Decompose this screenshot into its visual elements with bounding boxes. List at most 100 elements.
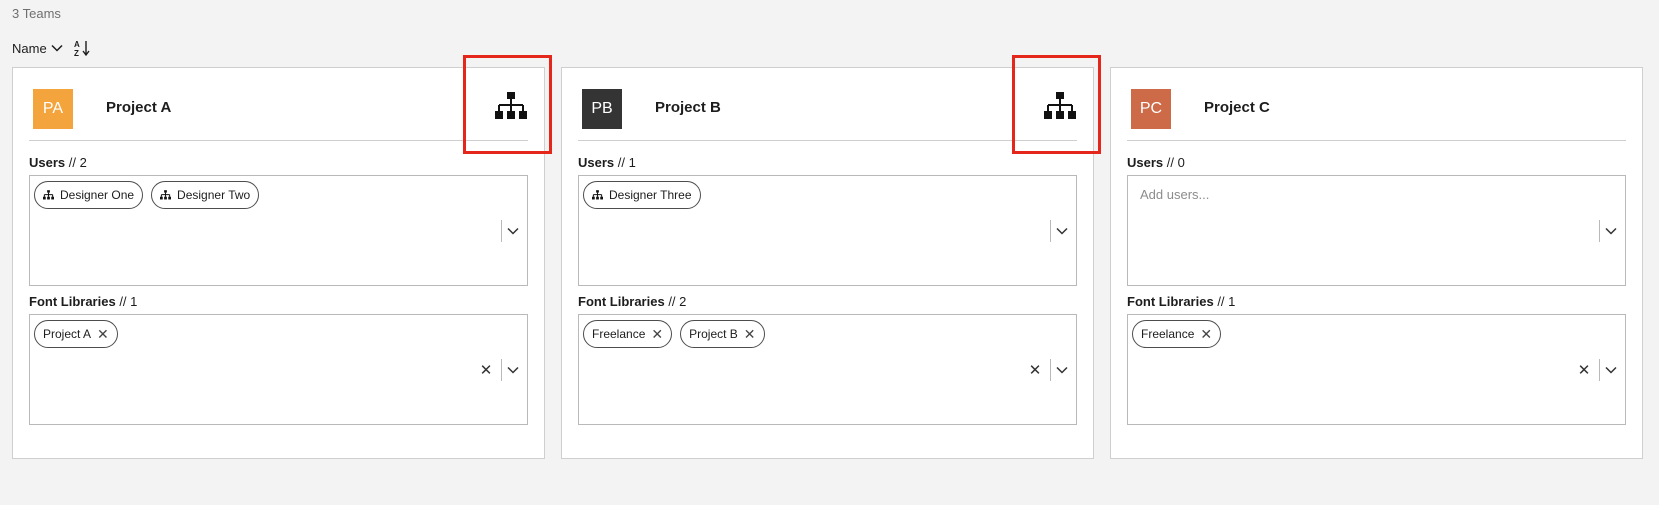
user-chip[interactable]: Designer Three — [583, 181, 701, 209]
team-card-header: PB Project B — [578, 68, 1077, 141]
remove-chip-icon[interactable]: ✕ — [744, 327, 756, 341]
libraries-dropdown-toggle[interactable] — [1605, 366, 1617, 374]
library-chips: Project A ✕ — [34, 320, 118, 348]
sort-alpha-icon: A Z — [74, 40, 90, 57]
team-card-header: PC Project C — [1127, 68, 1626, 141]
hierarchy-icon — [160, 190, 172, 200]
hierarchy-icon — [43, 190, 54, 200]
users-label-text: Users — [578, 155, 615, 170]
font-libraries-label: Font Libraries // 1 — [29, 294, 137, 309]
user-chip-label: Designer One — [60, 188, 135, 202]
chevron-down-icon — [1605, 227, 1617, 235]
font-libraries-label: Font Libraries // 2 — [578, 294, 686, 309]
library-chip-label: Project B — [689, 327, 738, 341]
user-chips: Designer Three — [583, 181, 701, 209]
user-chip-label: Designer Three — [609, 188, 692, 202]
users-label: Users // 0 — [1127, 155, 1185, 170]
team-name: Project B — [655, 99, 721, 116]
chevron-down-icon — [507, 366, 519, 374]
users-field-controls — [1050, 220, 1068, 242]
libraries-field-controls: ✕ — [1575, 359, 1617, 381]
team-avatar: PA — [33, 89, 73, 129]
libraries-field-controls: ✕ — [1026, 359, 1068, 381]
users-dropdown-toggle[interactable] — [1056, 227, 1068, 235]
users-label-text: Users — [29, 155, 66, 170]
user-chip[interactable]: Designer One — [34, 181, 144, 209]
hierarchy-icon — [592, 190, 603, 200]
users-field[interactable]: Designer Three — [578, 175, 1077, 286]
label-separator: // — [1166, 155, 1174, 170]
chevron-down-icon — [507, 227, 519, 235]
divider — [1050, 220, 1051, 242]
users-label: Users // 1 — [578, 155, 636, 170]
font-libraries-field[interactable]: Freelance ✕ ✕ — [1127, 314, 1626, 425]
hierarchy-icon — [495, 91, 527, 125]
font-libraries-field[interactable]: Project A ✕ ✕ — [29, 314, 528, 425]
users-label-text: Users — [1127, 155, 1164, 170]
sort-field-select[interactable]: Name — [12, 41, 63, 56]
font-libraries-count: 1 — [1228, 294, 1236, 309]
clear-all-icon[interactable]: ✕ — [1575, 361, 1593, 379]
library-chip-label: Freelance — [1141, 327, 1195, 341]
library-chip: Project A ✕ — [34, 320, 118, 348]
font-libraries-label: Font Libraries // 1 — [1127, 294, 1235, 309]
team-avatar: PC — [1131, 89, 1171, 129]
divider — [501, 359, 502, 381]
users-count: 2 — [79, 155, 87, 170]
clear-all-icon[interactable]: ✕ — [477, 361, 495, 379]
chevron-down-icon — [1605, 366, 1617, 374]
remove-chip-icon[interactable]: ✕ — [97, 327, 109, 341]
divider — [501, 220, 502, 242]
divider — [1050, 359, 1051, 381]
label-separator: // — [1217, 294, 1225, 309]
library-chips: Freelance ✕ Project B ✕ — [583, 320, 765, 348]
chevron-down-icon — [1056, 366, 1068, 374]
team-card-header: PA Project A — [29, 68, 528, 141]
users-dropdown-toggle[interactable] — [1605, 227, 1617, 235]
hierarchy-icon — [1044, 91, 1076, 125]
font-libraries-label-text: Font Libraries — [29, 294, 116, 309]
users-field-controls — [1599, 220, 1617, 242]
library-chips: Freelance ✕ — [1132, 320, 1222, 348]
font-libraries-count: 1 — [130, 294, 138, 309]
clear-all-icon[interactable]: ✕ — [1026, 361, 1044, 379]
sort-field-label: Name — [12, 40, 47, 56]
users-placeholder: Add users... — [1140, 187, 1210, 202]
library-chip: Freelance ✕ — [583, 320, 673, 348]
user-chip-label: Designer Two — [177, 188, 251, 202]
remove-chip-icon[interactable]: ✕ — [651, 327, 663, 341]
library-chip: Freelance ✕ — [1132, 320, 1222, 348]
divider — [1599, 220, 1600, 242]
users-field[interactable]: Add users... — [1127, 175, 1626, 286]
sort-bar: Name A Z — [12, 39, 91, 57]
svg-text:Z: Z — [74, 49, 79, 57]
label-separator: // — [668, 294, 676, 309]
user-chip[interactable]: Designer Two — [151, 181, 260, 209]
user-chips: Designer One Designer Two — [34, 181, 260, 209]
team-card: PB Project B Users // 1 Designer Three Font… — [561, 67, 1094, 459]
label-separator: // — [617, 155, 625, 170]
users-dropdown-toggle[interactable] — [507, 227, 519, 235]
remove-chip-icon[interactable]: ✕ — [1200, 327, 1212, 341]
sort-order-button[interactable]: A Z — [73, 39, 91, 57]
font-libraries-count: 2 — [679, 294, 687, 309]
svg-text:A: A — [74, 40, 80, 49]
font-libraries-label-text: Font Libraries — [1127, 294, 1214, 309]
users-field-controls — [501, 220, 519, 242]
team-card: PA Project A Users // 2 Designer One Design… — [12, 67, 545, 459]
chevron-down-icon — [51, 44, 63, 52]
libraries-dropdown-toggle[interactable] — [1056, 366, 1068, 374]
libraries-dropdown-toggle[interactable] — [507, 366, 519, 374]
library-chip: Project B ✕ — [680, 320, 765, 348]
team-count: 3 Teams — [12, 6, 61, 21]
hierarchy-button[interactable] — [1043, 91, 1077, 125]
team-name: Project A — [106, 99, 172, 116]
team-name: Project C — [1204, 99, 1270, 116]
label-separator: // — [68, 155, 76, 170]
font-libraries-field[interactable]: Freelance ✕ Project B ✕ ✕ — [578, 314, 1077, 425]
team-avatar: PB — [582, 89, 622, 129]
hierarchy-button[interactable] — [494, 91, 528, 125]
users-label: Users // 2 — [29, 155, 87, 170]
users-field[interactable]: Designer One Designer Two — [29, 175, 528, 286]
chevron-down-icon — [1056, 227, 1068, 235]
